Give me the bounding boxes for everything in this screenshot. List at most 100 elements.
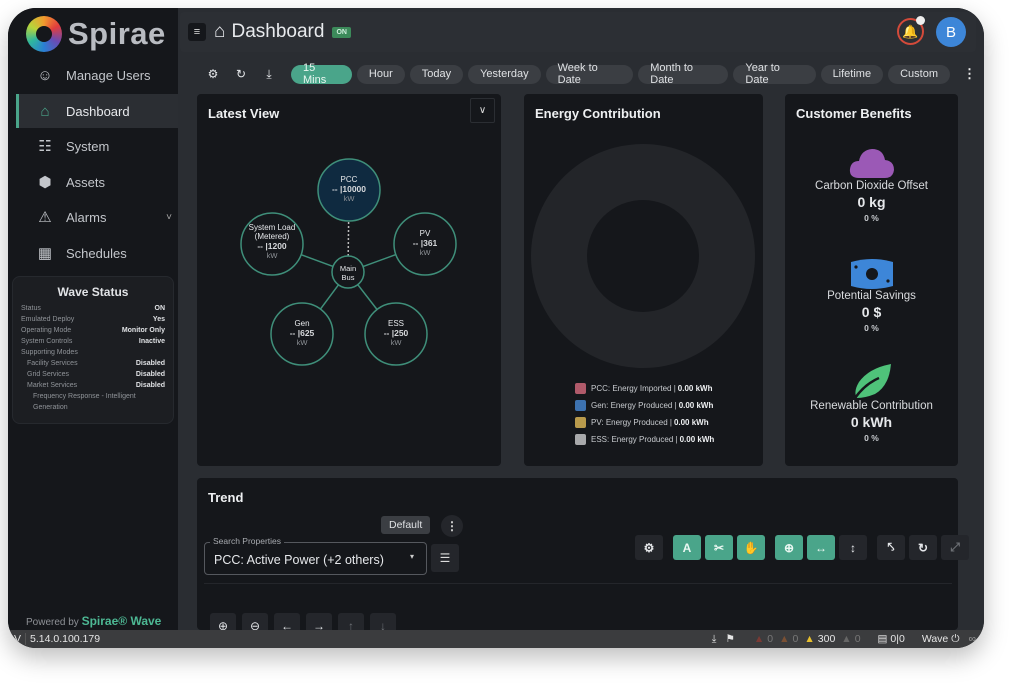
sidebar-item-alarms[interactable]: ⚠ Alarms ˅ bbox=[16, 200, 178, 234]
expand-button[interactable]: ⤢ bbox=[941, 535, 969, 560]
status-bar: V 5.14.0.100.179 ⤓ ⚑ ▲ 0 ▲ 0 ▲ 300 ▲ 0 ▤ 0|0 Wa… bbox=[8, 630, 984, 648]
legend-item[interactable]: PV: Energy Produced | 0.00 kWh bbox=[575, 414, 714, 431]
benefit-percent: 0 % bbox=[864, 213, 879, 223]
donut-hole bbox=[587, 200, 699, 312]
wave-status-label: Grid Services bbox=[27, 371, 70, 378]
range-year-to-date-button[interactable]: Year to Date bbox=[733, 62, 816, 86]
menu-toggle-button[interactable]: ≡ bbox=[188, 23, 206, 41]
app-window: Spirae ☺ Manage Users ⌂ Dashboard ☷ System ⬢ As… bbox=[8, 8, 984, 648]
range-lifetime-button[interactable]: Lifetime bbox=[820, 64, 884, 84]
header: ≡ ⌂ Dashboard ON 🔔 B bbox=[180, 12, 976, 52]
warning-icon: ▲ bbox=[841, 633, 852, 645]
legend-item[interactable]: PCC: Energy Imported | 0.00 kWh bbox=[575, 380, 714, 397]
node-ess[interactable]: ESS-- |250kW bbox=[364, 302, 428, 366]
link-gen bbox=[319, 284, 340, 310]
wave-status-value: Yes bbox=[152, 316, 165, 323]
pencil-ruler-button[interactable]: ✂ bbox=[705, 535, 733, 560]
wave-status-row: Operating Mode Monitor Only bbox=[21, 325, 165, 336]
settings-icon[interactable]: ⚙ bbox=[200, 63, 226, 85]
legend-label: PV: Energy Produced | bbox=[591, 418, 672, 427]
legend-label: ESS: Energy Produced | bbox=[591, 435, 678, 444]
sidebar-item-schedules[interactable]: ▦ Schedules bbox=[16, 236, 178, 270]
pan-hand-button[interactable]: ✋ bbox=[737, 535, 765, 560]
wave-power-button[interactable]: Wave ⏻ bbox=[922, 633, 960, 646]
notifications-button[interactable]: 🔔 bbox=[897, 16, 925, 45]
horizontal-arrows-icon: ↔ bbox=[815, 540, 827, 555]
page-title: Dashboard bbox=[231, 21, 325, 42]
divider bbox=[204, 583, 952, 584]
alarm-count-value: 0 bbox=[854, 633, 861, 645]
horizontal-arrows-button[interactable]: ↔ bbox=[807, 535, 835, 560]
link-icon[interactable]: ∞ bbox=[969, 633, 977, 645]
sidebar-item-system[interactable]: ☷ System bbox=[16, 129, 178, 163]
leaf-icon bbox=[785, 362, 958, 400]
sidebar-item-assets[interactable]: ⬢ Assets bbox=[16, 165, 178, 199]
money-icon bbox=[785, 252, 958, 290]
wave-status-value: Inactive bbox=[138, 338, 165, 345]
autoscale-button[interactable]: A bbox=[673, 535, 701, 560]
zoom-button[interactable]: ⊕ bbox=[775, 535, 803, 560]
legend-swatch bbox=[575, 434, 586, 445]
range-week-to-date-button[interactable]: Week to Date bbox=[545, 62, 634, 86]
search-properties-value: PCC: Active Power (+2 others) bbox=[214, 553, 384, 567]
alarm-count[interactable]: ▲ 0 bbox=[779, 633, 798, 645]
sidebar-item-label: System bbox=[66, 138, 110, 154]
sidebar-item-manage-users[interactable]: ☺ Manage Users bbox=[16, 58, 178, 92]
legend-item[interactable]: Gen: Energy Produced | 0.00 kWh bbox=[575, 397, 714, 414]
compress-button[interactable]: ⤣ bbox=[877, 535, 905, 560]
legend-item[interactable]: ESS: Energy Produced | 0.00 kWh bbox=[575, 431, 714, 448]
range-15-mins-button[interactable]: 15 Mins bbox=[291, 62, 352, 86]
benefit-potential-savings: Potential Savings 0 $ 0 % bbox=[785, 252, 958, 333]
node-value: -- |10000 bbox=[332, 184, 366, 194]
refresh-icon[interactable]: ↻ bbox=[228, 63, 254, 85]
range-custom-button[interactable]: Custom bbox=[888, 64, 950, 84]
link-load bbox=[300, 254, 334, 268]
logo[interactable]: Spirae bbox=[26, 16, 166, 52]
wave-status-row: Status ON bbox=[21, 303, 165, 314]
sidebar-item-dashboard[interactable]: ⌂ Dashboard bbox=[16, 94, 178, 128]
toolbar-more-button[interactable]: ⋮ bbox=[963, 66, 976, 82]
alarm-count[interactable]: ▲ 0 bbox=[754, 633, 773, 645]
user-avatar[interactable]: B bbox=[936, 17, 966, 47]
wave-status-row: Frequency Response - Intelligent bbox=[21, 391, 165, 402]
trend-more-button[interactable]: ⋮ bbox=[441, 515, 463, 537]
powered-brand: Spirae® Wave bbox=[81, 614, 162, 628]
node-unit: kW bbox=[297, 338, 309, 347]
range-today-button[interactable]: Today bbox=[409, 64, 464, 84]
benefit-percent: 0 % bbox=[864, 323, 879, 333]
alarm-count[interactable]: ▲ 300 bbox=[804, 633, 835, 645]
node-unit: kW bbox=[391, 338, 403, 347]
filter-settings-button[interactable]: ☰ bbox=[431, 544, 459, 572]
download-icon[interactable]: ⤓ bbox=[712, 633, 717, 646]
schedule-counts[interactable]: ▤ 0|0 bbox=[878, 633, 905, 645]
warning-icon: ⚠ bbox=[38, 209, 52, 226]
alarm-count-value: 0 bbox=[792, 633, 799, 645]
warning-icon: ▲ bbox=[804, 633, 815, 645]
tags-icon[interactable]: ⚑ bbox=[725, 633, 734, 645]
range-month-to-date-button[interactable]: Month to Date bbox=[638, 62, 729, 86]
reset-button[interactable]: ↻ bbox=[909, 535, 937, 560]
sidebar: Spirae ☺ Manage Users ⌂ Dashboard ☷ System ⬢ As… bbox=[8, 8, 178, 630]
cloud-icon bbox=[785, 142, 958, 180]
node-pv[interactable]: PV-- |361kW bbox=[393, 212, 457, 276]
range-hour-button[interactable]: Hour bbox=[356, 64, 405, 84]
node-load[interactable]: System Load(Metered)-- |1200kW bbox=[240, 212, 304, 276]
default-view-button[interactable]: Default bbox=[381, 516, 431, 534]
link-pv bbox=[362, 253, 397, 268]
node-gen[interactable]: Gen-- |625kW bbox=[270, 302, 334, 366]
vertical-arrows-button[interactable]: ↕ bbox=[839, 535, 867, 560]
bell-icon: 🔔 bbox=[902, 23, 919, 39]
range-yesterday-button[interactable]: Yesterday bbox=[468, 64, 541, 84]
search-properties-select[interactable]: Search Properties PCC: Active Power (+2 … bbox=[204, 536, 427, 575]
legend-value: 0.00 kWh bbox=[677, 384, 713, 393]
node-unit: kW bbox=[344, 194, 356, 203]
sidebar-item-label: Assets bbox=[66, 174, 106, 190]
benefit-value: 0 $ bbox=[861, 304, 882, 320]
chevron-down-icon[interactable]: ˅ bbox=[166, 212, 172, 223]
node-pcc[interactable]: PCC-- |10000kW bbox=[317, 158, 381, 222]
download-icon[interactable]: ⤓ bbox=[256, 63, 282, 85]
wave-status-value: Disabled bbox=[135, 371, 165, 378]
main-area: ≡ ⌂ Dashboard ON 🔔 B ⚙ ↻ ⤓ 15 Mins Hour Toda… bbox=[178, 8, 984, 639]
chart-settings-button[interactable]: ⚙ bbox=[635, 535, 663, 560]
alarm-count[interactable]: ▲ 0 bbox=[841, 633, 860, 645]
